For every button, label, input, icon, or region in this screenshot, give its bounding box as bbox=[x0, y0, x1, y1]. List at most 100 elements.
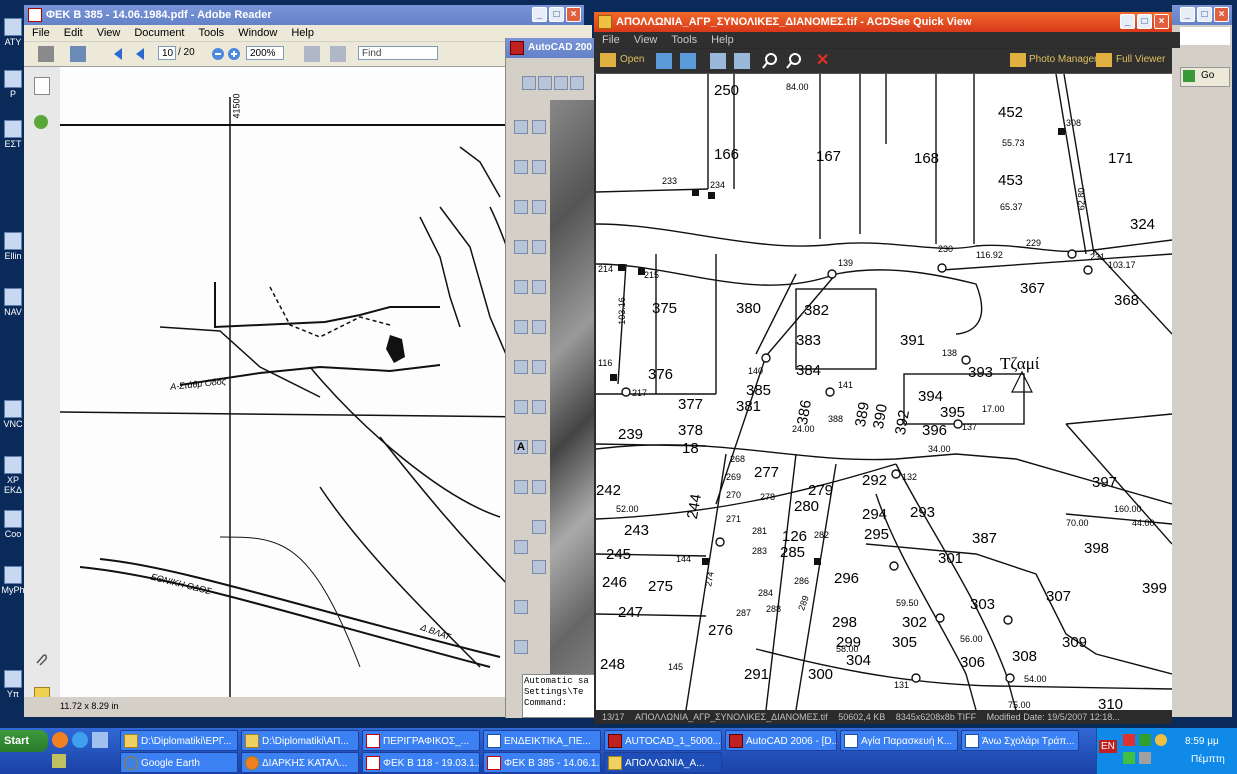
save-drawing-icon[interactable] bbox=[554, 76, 568, 90]
scale-tool-icon[interactable] bbox=[532, 400, 546, 414]
fit-page-icon[interactable] bbox=[304, 46, 320, 62]
fit-width-icon[interactable] bbox=[330, 46, 346, 62]
fillet-tool-icon[interactable] bbox=[532, 520, 546, 534]
photo-manager-button[interactable]: Photo Manager bbox=[1029, 54, 1097, 65]
desktop-icon[interactable]: Ellin bbox=[0, 232, 26, 261]
rotate-tool-icon[interactable] bbox=[532, 360, 546, 374]
zoom-in-icon[interactable] bbox=[226, 46, 242, 62]
pages-icon[interactable] bbox=[34, 77, 50, 95]
circle-tool-icon[interactable] bbox=[514, 240, 528, 254]
desktop-icon[interactable]: VNC bbox=[0, 400, 26, 429]
tray-icon[interactable] bbox=[1139, 734, 1151, 746]
taskbar-button[interactable]: Άνω Σχολάρι Τράπ... bbox=[961, 730, 1079, 751]
taskbar-button[interactable]: D:\Diplomatiki\ΑΠ... bbox=[241, 730, 359, 751]
taskbar-button-active[interactable]: ΑΠΟΛΛΩΝΙΑ_Α... bbox=[604, 752, 722, 773]
aerial-image-viewport[interactable] bbox=[550, 100, 598, 700]
zoom-tool-icon[interactable] bbox=[514, 640, 528, 654]
tray-icon[interactable] bbox=[1123, 734, 1135, 746]
autocad-titlebar[interactable]: AutoCAD 200 bbox=[506, 38, 598, 58]
photo-manager-icon[interactable] bbox=[1010, 53, 1026, 67]
open-drawing-icon[interactable] bbox=[538, 76, 552, 90]
desktop-icon[interactable]: P bbox=[0, 70, 26, 99]
close-icon[interactable]: × bbox=[566, 7, 581, 22]
menu-view[interactable]: View bbox=[97, 27, 121, 39]
network-icon[interactable] bbox=[1123, 752, 1135, 764]
minimize-icon[interactable]: _ bbox=[532, 7, 547, 22]
maximize-icon[interactable]: □ bbox=[1137, 14, 1152, 29]
page-number-input[interactable]: 10 bbox=[158, 46, 176, 60]
close-icon[interactable]: × bbox=[1214, 7, 1229, 22]
previous-image-icon[interactable] bbox=[656, 53, 672, 69]
print-icon[interactable] bbox=[38, 46, 54, 62]
taskbar-button[interactable]: ΦΕΚ Β 385 - 14.06.1... bbox=[483, 752, 601, 773]
open-folder-icon[interactable] bbox=[600, 53, 616, 67]
menu-view[interactable]: View bbox=[634, 34, 658, 46]
full-viewer-button[interactable]: Full Viewer bbox=[1116, 54, 1165, 65]
previous-page-icon[interactable] bbox=[132, 46, 148, 62]
internet-explorer-icon[interactable] bbox=[72, 732, 88, 748]
trim-tool-icon[interactable] bbox=[532, 440, 546, 454]
polygon-tool-icon[interactable] bbox=[514, 200, 528, 214]
modify-tool-icon[interactable] bbox=[514, 540, 528, 554]
taskbar-button[interactable]: ΕΝΔΕΙΚΤΙΚΑ_ΠΕ... bbox=[483, 730, 601, 751]
acdsee-titlebar[interactable]: ΑΠΟΛΛΩΝΙΑ_ΑΓΡ_ΣΥΝΟΛΙΚΕΣ_ΔΙΑΝΟΜΕΣ.tif - A… bbox=[594, 12, 1172, 32]
next-image-icon[interactable] bbox=[680, 53, 696, 69]
taskbar-button[interactable]: ΠΕΡΙΓΡΑΦΙΚΟΣ_... bbox=[362, 730, 480, 751]
taskbar-button[interactable]: D:\Diplomatiki\ΕΡΓ... bbox=[120, 730, 238, 751]
quicklaunch-icon[interactable] bbox=[52, 754, 66, 768]
tray-icon[interactable] bbox=[1155, 734, 1167, 746]
firefox-icon[interactable] bbox=[52, 732, 68, 748]
show-desktop-icon[interactable] bbox=[92, 732, 108, 748]
close-icon[interactable]: × bbox=[1154, 14, 1169, 29]
menu-help[interactable]: Help bbox=[711, 34, 734, 46]
minimize-icon[interactable]: _ bbox=[1180, 7, 1195, 22]
menu-file[interactable]: File bbox=[602, 34, 620, 46]
find-input[interactable]: Find bbox=[358, 46, 438, 60]
zoom-level-select[interactable]: 200% bbox=[246, 46, 284, 60]
desktop-icon[interactable]: Υπ bbox=[0, 670, 26, 699]
cadastral-map-image[interactable]: Τζαμί 250 166 167 168 452 453 308 171 32… bbox=[596, 74, 1172, 710]
zoom-out-icon[interactable] bbox=[210, 46, 226, 62]
desktop-icon[interactable]: Coo bbox=[0, 510, 26, 539]
desktop-icon[interactable]: NAV bbox=[0, 288, 26, 317]
menu-tools[interactable]: Tools bbox=[199, 27, 225, 39]
language-indicator[interactable]: EN bbox=[1099, 740, 1117, 753]
pan-tool-icon[interactable] bbox=[514, 600, 528, 614]
taskbar-button[interactable]: AUTOCAD_1_5000... bbox=[604, 730, 722, 751]
minimize-icon[interactable]: _ bbox=[1120, 14, 1135, 29]
delete-icon[interactable]: ✕ bbox=[816, 53, 832, 69]
maximize-icon[interactable]: □ bbox=[549, 7, 564, 22]
copy-tool-icon[interactable] bbox=[532, 160, 546, 174]
help-icon[interactable] bbox=[34, 115, 48, 129]
rotate-right-icon[interactable] bbox=[734, 53, 750, 69]
array-tool-icon[interactable] bbox=[532, 280, 546, 294]
desktop-icon[interactable]: ΕΣΤ bbox=[0, 120, 26, 149]
desktop-icon[interactable]: ΑΤΥ bbox=[0, 18, 26, 47]
open-button[interactable]: Open bbox=[620, 54, 644, 65]
text-tool-icon[interactable]: A bbox=[514, 440, 528, 454]
plot-icon[interactable] bbox=[570, 76, 584, 90]
move-tool-icon[interactable] bbox=[532, 320, 546, 334]
go-button[interactable]: Go bbox=[1180, 67, 1230, 87]
mirror-tool-icon[interactable] bbox=[532, 200, 546, 214]
explode-tool-icon[interactable] bbox=[532, 560, 546, 574]
full-viewer-icon[interactable] bbox=[1096, 53, 1112, 67]
desktop-icon[interactable]: XP ΕΚΔ bbox=[0, 456, 26, 495]
hatch-tool-icon[interactable] bbox=[514, 320, 528, 334]
first-page-icon[interactable] bbox=[110, 46, 126, 62]
menu-file[interactable]: File bbox=[32, 27, 50, 39]
desktop-icon[interactable]: MyPh bbox=[0, 566, 26, 595]
zoom-in-icon[interactable] bbox=[762, 53, 778, 69]
table-tool-icon[interactable] bbox=[514, 400, 528, 414]
taskbar-button[interactable]: Google Earth bbox=[120, 752, 238, 773]
taskbar-button[interactable]: ΔΙΑΡΚΗΣ ΚΑΤΑΛ... bbox=[241, 752, 359, 773]
menu-help[interactable]: Help bbox=[291, 27, 314, 39]
adobe-titlebar[interactable]: ΦΕΚ Β 385 - 14.06.1984.pdf - Adobe Reade… bbox=[24, 5, 584, 25]
rotate-left-icon[interactable] bbox=[710, 53, 726, 69]
offset-tool-icon[interactable] bbox=[532, 240, 546, 254]
line-tool-icon[interactable] bbox=[514, 120, 528, 134]
zoom-out-icon[interactable] bbox=[786, 53, 802, 69]
attachment-icon[interactable] bbox=[34, 653, 48, 667]
menu-tools[interactable]: Tools bbox=[671, 34, 697, 46]
arc-tool-icon[interactable] bbox=[514, 280, 528, 294]
